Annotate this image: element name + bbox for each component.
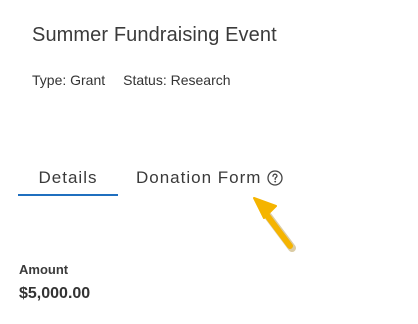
tab-details-label: Details [38, 168, 98, 187]
tab-donation-form-label: Donation Form [136, 168, 262, 187]
record-status: Status: Research [123, 72, 231, 88]
amount-value: $5,000.00 [19, 285, 91, 302]
page-title: Summer Fundraising Event [32, 24, 277, 46]
record-type: Type: Grant [32, 72, 106, 88]
tab-details[interactable]: Details [18, 160, 118, 196]
help-circle-icon[interactable] [267, 170, 284, 186]
amount-label: Amount [19, 262, 69, 277]
amount-field: Amount $5,000.00 [19, 262, 90, 303]
active-tab-indicator [18, 194, 118, 196]
tab-bar: Details Donation Form [18, 160, 398, 196]
record-meta: Type: Grant Status: Research [32, 72, 231, 88]
annotation-arrow-icon [253, 197, 296, 252]
